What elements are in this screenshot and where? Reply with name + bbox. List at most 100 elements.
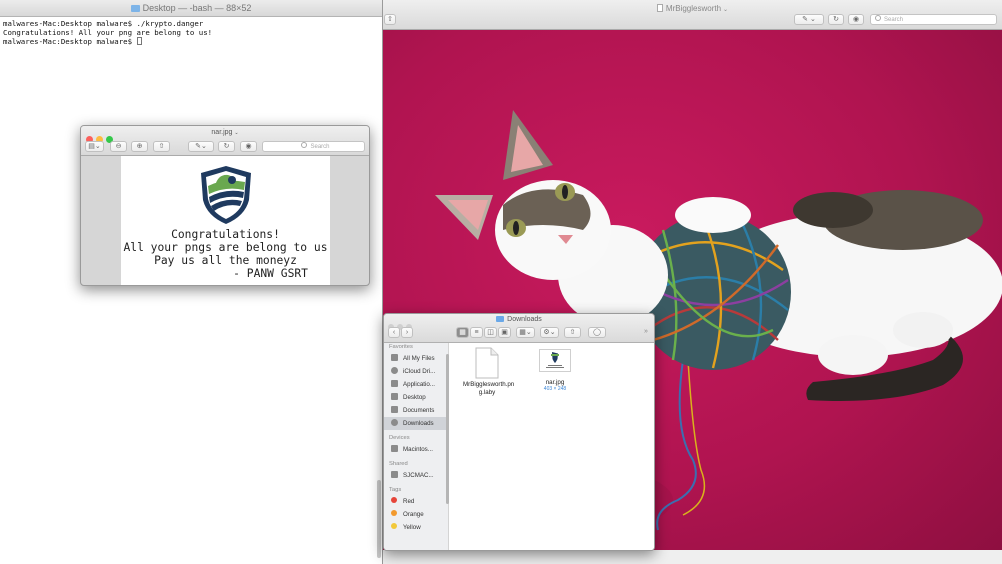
share-button[interactable]: ⇧	[384, 14, 396, 25]
search-icon	[875, 15, 881, 21]
markup-button[interactable]: ✎⌄	[188, 141, 214, 152]
downloads-icon	[391, 419, 398, 426]
document-icon	[656, 4, 663, 12]
tag-icon: ◯	[593, 329, 601, 336]
yellow-tag-icon	[391, 523, 397, 529]
sidebar-item-label: All My Files	[403, 355, 435, 362]
camera-button[interactable]: ◉	[240, 141, 257, 152]
terminal-prompt-line: malwares-Mac:Desktop malware$	[3, 37, 379, 46]
share-button[interactable]: ⇧	[153, 141, 170, 152]
markup-button[interactable]: ✎ ⌄	[794, 14, 824, 25]
back-button[interactable]: ‹	[388, 327, 400, 338]
search-icon	[301, 142, 308, 148]
document-icon	[475, 347, 499, 379]
rotate-button[interactable]: ↻	[218, 141, 235, 152]
search-input[interactable]: Search	[262, 141, 365, 152]
sidebar-item-downloads[interactable]: Downloads	[384, 417, 448, 430]
sidebar-tag-red[interactable]: Red	[384, 495, 448, 508]
computer-icon	[391, 471, 398, 478]
sidebar-item-shared-computer[interactable]: SJCMAC...	[384, 469, 448, 482]
rotate-button[interactable]: ↻	[828, 14, 844, 25]
terminal-titlebar[interactable]: Desktop — -bash — 88×52	[0, 0, 382, 17]
coverflow-icon: ▣	[501, 329, 508, 336]
terminal-output[interactable]: malwares-Mac:Desktop malware$ ./krypto.d…	[0, 17, 382, 48]
file-item-mrbigglesworth[interactable]: MrBigglesworth.pn g.laby	[457, 347, 517, 397]
camera-icon: ◉	[245, 143, 252, 150]
file-dimensions: 403 × 248	[543, 386, 567, 392]
sidebar-item-desktop[interactable]: Desktop	[384, 391, 448, 404]
sidebar-tag-yellow[interactable]: Yellow	[384, 521, 448, 534]
search-input[interactable]: Search	[870, 14, 997, 25]
pen-icon: ✎ ⌄	[802, 16, 816, 23]
sidebar-section-favorites: Favorites	[389, 344, 413, 350]
sidebar-item-label: Orange	[403, 511, 424, 518]
sidebar-item-applications[interactable]: Applicatio...	[384, 378, 448, 391]
terminal-scrollbar[interactable]	[377, 480, 381, 558]
sidebar-item-label: Documents	[403, 407, 435, 414]
ransom-signature: - PANW GSRT	[233, 267, 308, 280]
red-tag-icon	[391, 497, 397, 503]
all-files-icon	[391, 354, 398, 361]
ransom-message: Congratulations! All your pngs are belon…	[121, 228, 330, 280]
sidebar-item-icloud-drive[interactable]: iCloud Dri...	[384, 365, 448, 378]
sidebar-item-label: iCloud Dri...	[403, 368, 436, 375]
chevron-down-icon[interactable]: ⌄	[234, 130, 238, 136]
folder-icon	[496, 316, 505, 322]
camera-button[interactable]: ◉	[848, 14, 864, 25]
sidebar-item-label: SJCMAC...	[403, 472, 434, 479]
terminal-cursor	[136, 37, 142, 45]
tags-button[interactable]: ◯	[588, 327, 606, 338]
sidebar-toggle-button[interactable]: ▤⌄	[85, 141, 104, 152]
ransom-note-image: Congratulations! All your pngs are belon…	[121, 156, 330, 285]
sidebar-item-label: Yellow	[403, 524, 421, 531]
share-button[interactable]: ⇧	[564, 327, 581, 338]
sidebar-item-all-my-files[interactable]: All My Files	[384, 352, 448, 365]
preview-small-toolbar: nar.jpg ⌄ ▤⌄ ⊖ ⊕ ⇧ ✎⌄ ↻ ◉ Search	[81, 126, 369, 156]
column-view-button[interactable]: ◫	[484, 327, 497, 338]
file-item-nar-jpg[interactable]: nar.jpg 403 × 248	[525, 349, 585, 392]
zoom-in-icon: ⊕	[136, 143, 143, 150]
desktop-icon	[391, 393, 398, 400]
finder-sidebar: Favorites All My Files iCloud Dri... App…	[384, 343, 449, 550]
zoom-out-button[interactable]: ⊖	[110, 141, 127, 152]
finder-window[interactable]: Downloads ‹ › ▦ ≡ ◫ ▣ ▦⌄ ⚙⌄ ⇧ ◯ » Favori…	[383, 313, 655, 551]
terminal-line: malwares-Mac:Desktop malware$ ./krypto.d…	[3, 19, 204, 28]
documents-icon	[391, 406, 398, 413]
share-icon: ⇧	[569, 329, 576, 336]
camera-icon: ◉	[852, 16, 860, 23]
chevron-down-icon[interactable]: ⌄	[723, 7, 728, 13]
icon-view-button[interactable]: ▦	[456, 327, 469, 338]
sidebar-item-documents[interactable]: Documents	[384, 404, 448, 417]
sidebar-item-macintosh-hd[interactable]: Macintos...	[384, 443, 448, 456]
cover-flow-button[interactable]: ▣	[498, 327, 511, 338]
preview-small-title: nar.jpg ⌄	[81, 129, 369, 136]
pen-icon: ✎⌄	[195, 143, 207, 150]
forward-button[interactable]: ›	[401, 327, 413, 338]
finder-title-text: Downloads	[507, 316, 542, 323]
list-icon: ≡	[474, 329, 479, 336]
file-name: nar.jpg	[545, 379, 565, 386]
ransom-line: All your pngs are belong to us	[123, 241, 328, 254]
share-icon: ⇧	[158, 143, 165, 150]
overflow-icon[interactable]: »	[644, 328, 648, 335]
terminal-prompt: malwares-Mac:Desktop malware$	[3, 37, 137, 46]
finder-title: Downloads	[384, 316, 654, 323]
action-button[interactable]: ⚙⌄	[540, 327, 559, 338]
list-view-button[interactable]: ≡	[470, 327, 483, 338]
arrange-button[interactable]: ▦⌄	[516, 327, 535, 338]
zoom-in-button[interactable]: ⊕	[131, 141, 148, 152]
preview-window-ransom[interactable]: nar.jpg ⌄ ▤⌄ ⊖ ⊕ ⇧ ✎⌄ ↻ ◉ Search Congrat…	[80, 125, 370, 286]
terminal-line: Congratulations! All your png are belong…	[3, 28, 213, 37]
chevron-left-icon: ‹	[392, 329, 396, 336]
terminal-title: Desktop — -bash — 88×52	[142, 3, 252, 13]
sidebar-tag-orange[interactable]: Orange	[384, 508, 448, 521]
chevron-right-icon: ›	[405, 329, 409, 336]
preview-main-title-text: MrBigglesworth	[665, 4, 722, 13]
search-placeholder: Search	[884, 17, 904, 23]
sidebar-icon: ▤⌄	[88, 143, 101, 150]
preview-main-toolbar: MrBigglesworth ⌄ ⇧ ✎ ⌄ ↻ ◉ Search	[383, 0, 1002, 30]
gear-icon: ⚙⌄	[543, 329, 556, 336]
shield-logo-icon	[201, 166, 251, 224]
hard-drive-icon	[391, 445, 398, 452]
sidebar-section-tags: Tags	[389, 487, 402, 493]
